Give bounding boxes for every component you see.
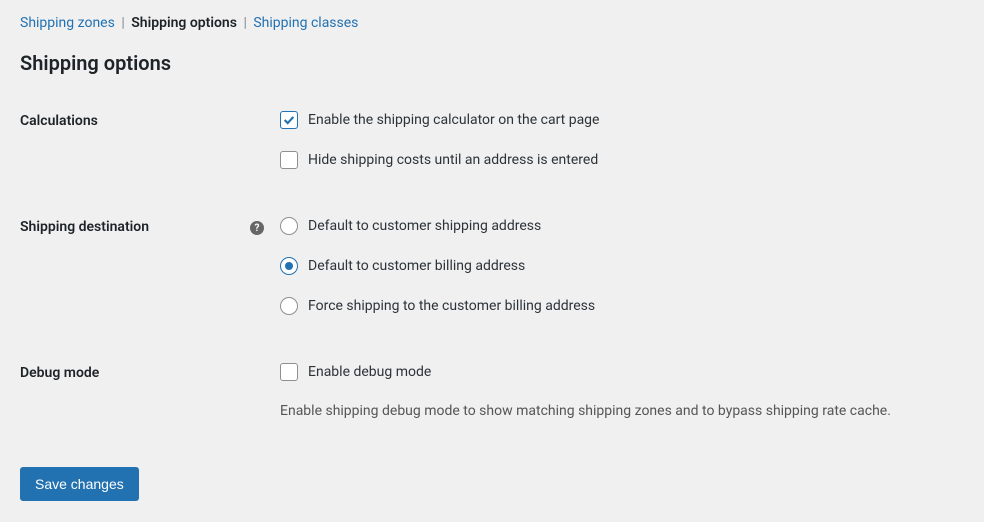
- label-text: Shipping destination: [20, 219, 149, 235]
- checkbox-debug[interactable]: [280, 363, 298, 381]
- row-debug: Debug mode Enable debug mode Enable ship…: [20, 363, 964, 419]
- checkbox-label: Enable the shipping calculator on the ca…: [308, 112, 599, 128]
- checkbox-item-enable-calculator[interactable]: Enable the shipping calculator on the ca…: [280, 111, 964, 129]
- radio-billing-address[interactable]: [280, 257, 298, 275]
- label-debug: Debug mode: [20, 363, 280, 381]
- label-destination: Shipping destination ?: [20, 217, 280, 235]
- check-icon: [282, 113, 296, 127]
- tab-shipping-classes[interactable]: Shipping classes: [253, 15, 358, 31]
- radio-force-billing[interactable]: [280, 297, 298, 315]
- debug-description: Enable shipping debug mode to show match…: [280, 403, 964, 419]
- row-destination: Shipping destination ? Default to custom…: [20, 217, 964, 315]
- help-icon[interactable]: ?: [250, 221, 264, 235]
- page-title: Shipping options: [20, 51, 964, 75]
- tab-shipping-zones[interactable]: Shipping zones: [20, 15, 115, 31]
- radio-label: Force shipping to the customer billing a…: [308, 298, 595, 314]
- radio-item-billing-address[interactable]: Default to customer billing address: [280, 257, 964, 275]
- fields-calculations: Enable the shipping calculator on the ca…: [280, 111, 964, 169]
- radio-label: Default to customer shipping address: [308, 218, 541, 234]
- row-calculations: Calculations Enable the shipping calcula…: [20, 111, 964, 169]
- radio-item-shipping-address[interactable]: Default to customer shipping address: [280, 217, 964, 235]
- radio-item-force-billing[interactable]: Force shipping to the customer billing a…: [280, 297, 964, 315]
- label-calculations: Calculations: [20, 111, 280, 129]
- tab-shipping-options[interactable]: Shipping options: [131, 15, 237, 31]
- fields-destination: Default to customer shipping address Def…: [280, 217, 964, 315]
- shipping-options-panel: Shipping zones | Shipping options | Ship…: [0, 0, 984, 516]
- checkbox-item-hide-costs[interactable]: Hide shipping costs until an address is …: [280, 151, 964, 169]
- checkbox-hide-costs[interactable]: [280, 151, 298, 169]
- radio-shipping-address[interactable]: [280, 217, 298, 235]
- tab-separator: |: [121, 15, 124, 31]
- radio-label: Default to customer billing address: [308, 258, 525, 274]
- radio-dot-icon: [285, 262, 293, 270]
- checkbox-enable-calculator[interactable]: [280, 111, 298, 129]
- save-button[interactable]: Save changes: [20, 467, 139, 501]
- sub-tabs: Shipping zones | Shipping options | Ship…: [20, 15, 964, 31]
- checkbox-label: Hide shipping costs until an address is …: [308, 152, 598, 168]
- checkbox-item-debug[interactable]: Enable debug mode: [280, 363, 964, 381]
- tab-separator: |: [243, 15, 246, 31]
- checkbox-label: Enable debug mode: [308, 364, 431, 380]
- fields-debug: Enable debug mode Enable shipping debug …: [280, 363, 964, 419]
